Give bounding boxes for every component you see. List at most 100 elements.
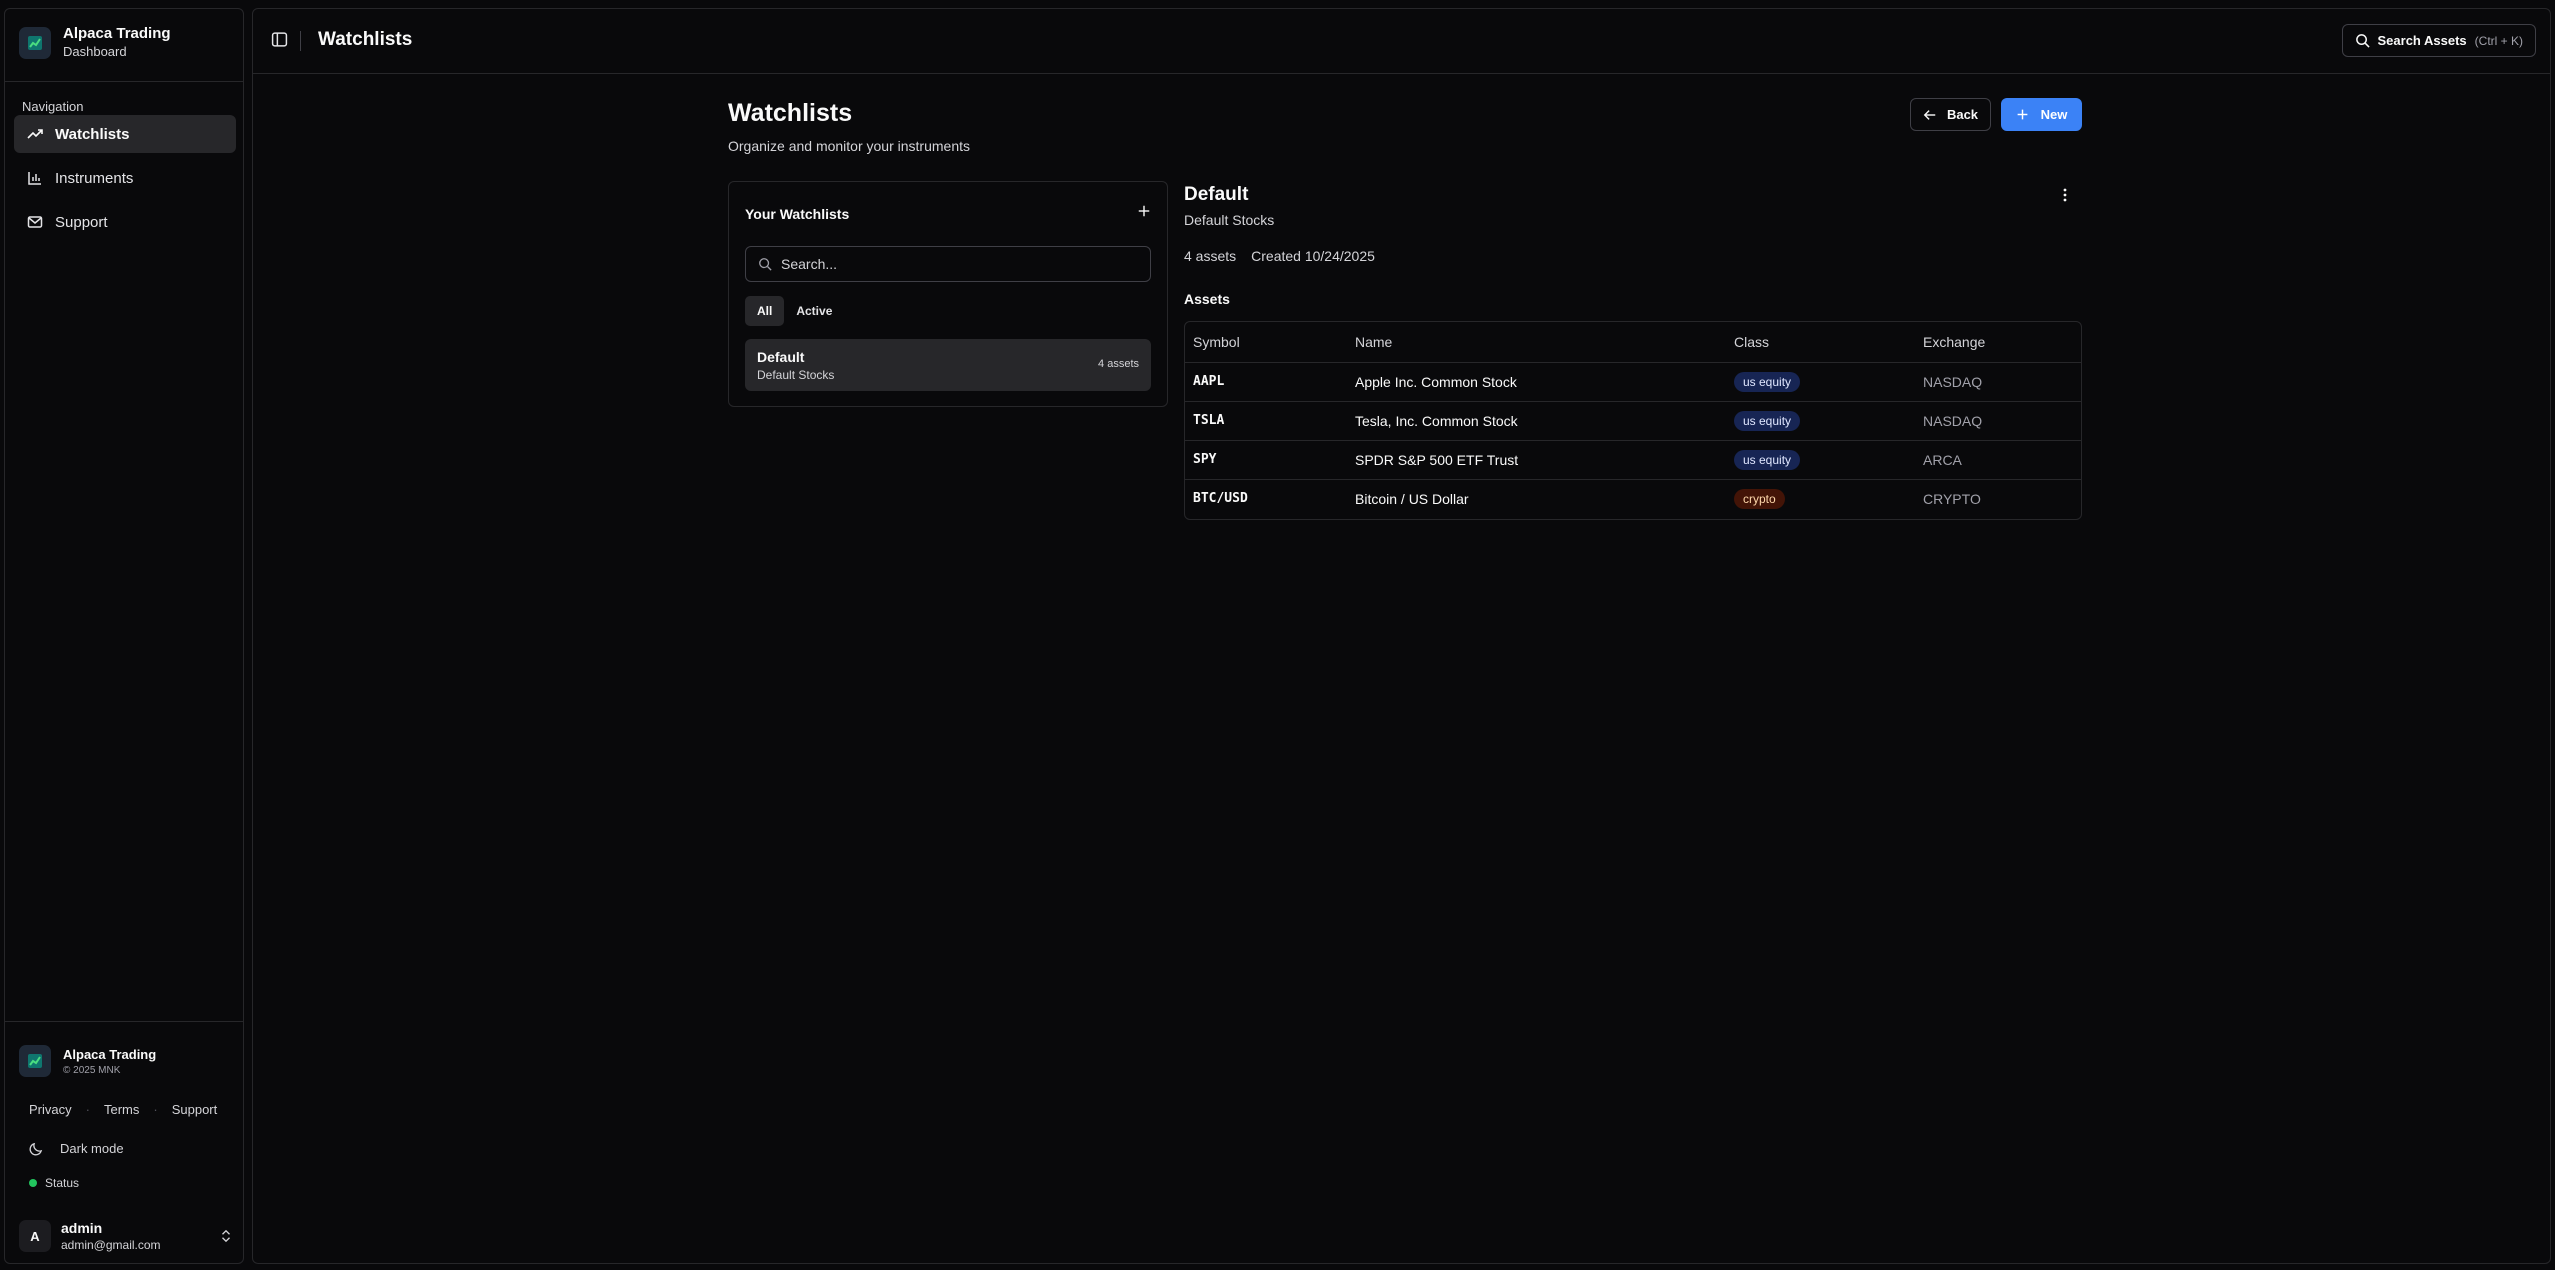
chevrons-up-down-icon: [222, 1229, 230, 1243]
bar-chart-icon: [28, 172, 41, 185]
assets-section-label: Assets: [1184, 291, 1230, 307]
panel-left-icon: [271, 32, 288, 47]
mail-icon: [27, 216, 43, 228]
search-shortcut: (Ctrl + K): [2474, 33, 2523, 48]
symbol-cell: SPY: [1185, 440, 1347, 480]
tab-all[interactable]: All: [745, 296, 785, 326]
more-vertical-icon: [2063, 188, 2067, 202]
watchlist-item-count: 4 assets: [1098, 358, 1139, 370]
watchlist-item-name: Default: [757, 349, 805, 365]
search-assets-label: Search Assets: [2377, 33, 2467, 48]
status-label: Status: [45, 1176, 80, 1190]
watchlist-detail-title: Default: [1184, 184, 1249, 205]
sidebar-item-instruments[interactable]: Instruments: [14, 159, 236, 197]
watchlist-item-description: Default Stocks: [757, 368, 835, 382]
watchlist-item[interactable]: Default Default Stocks 4 assets: [745, 339, 1151, 391]
sidebar-item-label: Instruments: [55, 169, 134, 187]
sidebar-footer-divider: [5, 1021, 243, 1022]
class-cell: us equity: [1726, 362, 1915, 402]
search-assets-button[interactable]: Search Assets (Ctrl + K): [2341, 24, 2536, 57]
add-watchlist-button[interactable]: [1137, 204, 1151, 223]
class-cell: crypto: [1726, 479, 1915, 518]
new-watchlist-button[interactable]: New: [2001, 98, 2082, 131]
user-email: admin@gmail.com: [61, 1238, 161, 1252]
sidebar-item-support[interactable]: Support: [14, 203, 236, 241]
app-logo-icon: [19, 1045, 51, 1077]
topbar-title: Watchlists: [318, 29, 413, 50]
asset-count: 4 assets: [1184, 248, 1237, 264]
top-bar: Watchlists Search Assets (Ctrl + K): [253, 9, 2550, 74]
column-header-name: Name: [1347, 322, 1726, 363]
footer-brand-title: Alpaca Trading: [63, 1046, 157, 1062]
status-indicator[interactable]: Status: [29, 1176, 79, 1190]
table-row[interactable]: SPY SPDR S&P 500 ETF Trust us equity ARC…: [1185, 440, 2081, 480]
watchlists-panel-title: Your Watchlists: [745, 206, 850, 222]
column-header-class: Class: [1726, 322, 1915, 363]
brand-subtitle: Dashboard: [63, 44, 127, 59]
sidebar-item-watchlists[interactable]: Watchlists: [14, 115, 236, 153]
link-separator: ·: [153, 1102, 158, 1117]
symbol-cell: AAPL: [1185, 362, 1347, 402]
back-label: Back: [1946, 107, 1979, 122]
class-badge: us equity: [1734, 449, 1801, 470]
user-menu[interactable]: A admin admin@gmail.com: [19, 1219, 233, 1253]
arrow-left-icon: [1923, 109, 1936, 120]
topbar-divider: [300, 31, 301, 51]
page-subtitle: Organize and monitor your instruments: [728, 138, 970, 154]
table-row[interactable]: AAPL Apple Inc. Common Stock us equity N…: [1185, 362, 2081, 402]
class-badge: us equity: [1734, 410, 1801, 431]
class-badge: crypto: [1734, 488, 1785, 509]
exchange-cell: CRYPTO: [1923, 490, 1981, 507]
moon-icon: [29, 1142, 43, 1156]
sidebar-toggle-button[interactable]: [271, 31, 288, 53]
table-row[interactable]: TSLA Tesla, Inc. Common Stock us equity …: [1185, 401, 2081, 441]
app-logo-icon: [19, 27, 51, 59]
plus-icon: [2017, 109, 2027, 120]
tab-active[interactable]: Active: [784, 296, 844, 326]
more-options-button[interactable]: [2057, 187, 2073, 208]
name-cell: Bitcoin / US Dollar: [1355, 490, 1469, 507]
privacy-link[interactable]: Privacy: [29, 1102, 72, 1117]
class-badge: us equity: [1734, 371, 1801, 392]
watchlist-filter-tabs: All Active: [745, 296, 844, 326]
trending-up-icon: [27, 129, 43, 139]
sidebar-divider: [5, 81, 243, 82]
name-cell: Tesla, Inc. Common Stock: [1347, 401, 1726, 441]
watchlist-detail-description: Default Stocks: [1184, 212, 1275, 228]
footer-links: Privacy · Terms · Support: [29, 1102, 217, 1117]
sidebar-item-label: Watchlists: [55, 125, 130, 143]
column-header-symbol: Symbol: [1185, 322, 1347, 363]
back-button[interactable]: Back: [1910, 98, 1991, 131]
plus-icon: [1138, 205, 1150, 217]
watchlist-search-field[interactable]: [745, 246, 1151, 282]
class-cell: us equity: [1726, 440, 1915, 480]
sidebar: Alpaca Trading Dashboard Navigation Watc…: [4, 8, 244, 1264]
exchange-cell: NASDAQ: [1915, 401, 2081, 441]
symbol-cell: BTC/USD: [1193, 491, 1248, 507]
new-label: New: [2040, 107, 2068, 122]
brand-title: Alpaca Trading: [63, 25, 171, 42]
search-icon: [2355, 34, 2370, 48]
watchlist-meta: 4 assets Created 10/24/2025: [1184, 248, 1375, 264]
support-link[interactable]: Support: [172, 1102, 218, 1117]
sidebar-item-label: Support: [55, 213, 108, 231]
sidebar-brand[interactable]: Alpaca Trading Dashboard: [19, 25, 171, 61]
dark-mode-label: Dark mode: [60, 1141, 124, 1156]
assets-table: Symbol Name Class Exchange AAPL Apple In…: [1184, 321, 2082, 520]
exchange-cell: ARCA: [1915, 440, 2081, 480]
table-row[interactable]: BTC/USD Bitcoin / US Dollar crypto CRYPT…: [1185, 479, 2081, 518]
status-dot-icon: [29, 1179, 37, 1187]
name-cell: Apple Inc. Common Stock: [1347, 362, 1726, 402]
footer-brand: Alpaca Trading © 2025 MNK: [19, 1045, 156, 1077]
name-cell: SPDR S&P 500 ETF Trust: [1347, 440, 1726, 480]
app-root: Alpaca Trading Dashboard Navigation Watc…: [0, 0, 2555, 1270]
terms-link[interactable]: Terms: [104, 1102, 139, 1117]
created-date: Created 10/24/2025: [1251, 248, 1375, 264]
main-content: Watchlists Search Assets (Ctrl + K) Watc…: [252, 8, 2551, 1264]
watchlist-search-input[interactable]: [781, 256, 1121, 272]
watchlists-panel: Your Watchlists All Active Default Defau…: [728, 181, 1168, 407]
table-header-row: Symbol Name Class Exchange: [1185, 322, 2081, 363]
dark-mode-toggle[interactable]: Dark mode: [29, 1141, 124, 1156]
link-separator: ·: [85, 1102, 90, 1117]
search-icon: [759, 258, 772, 271]
